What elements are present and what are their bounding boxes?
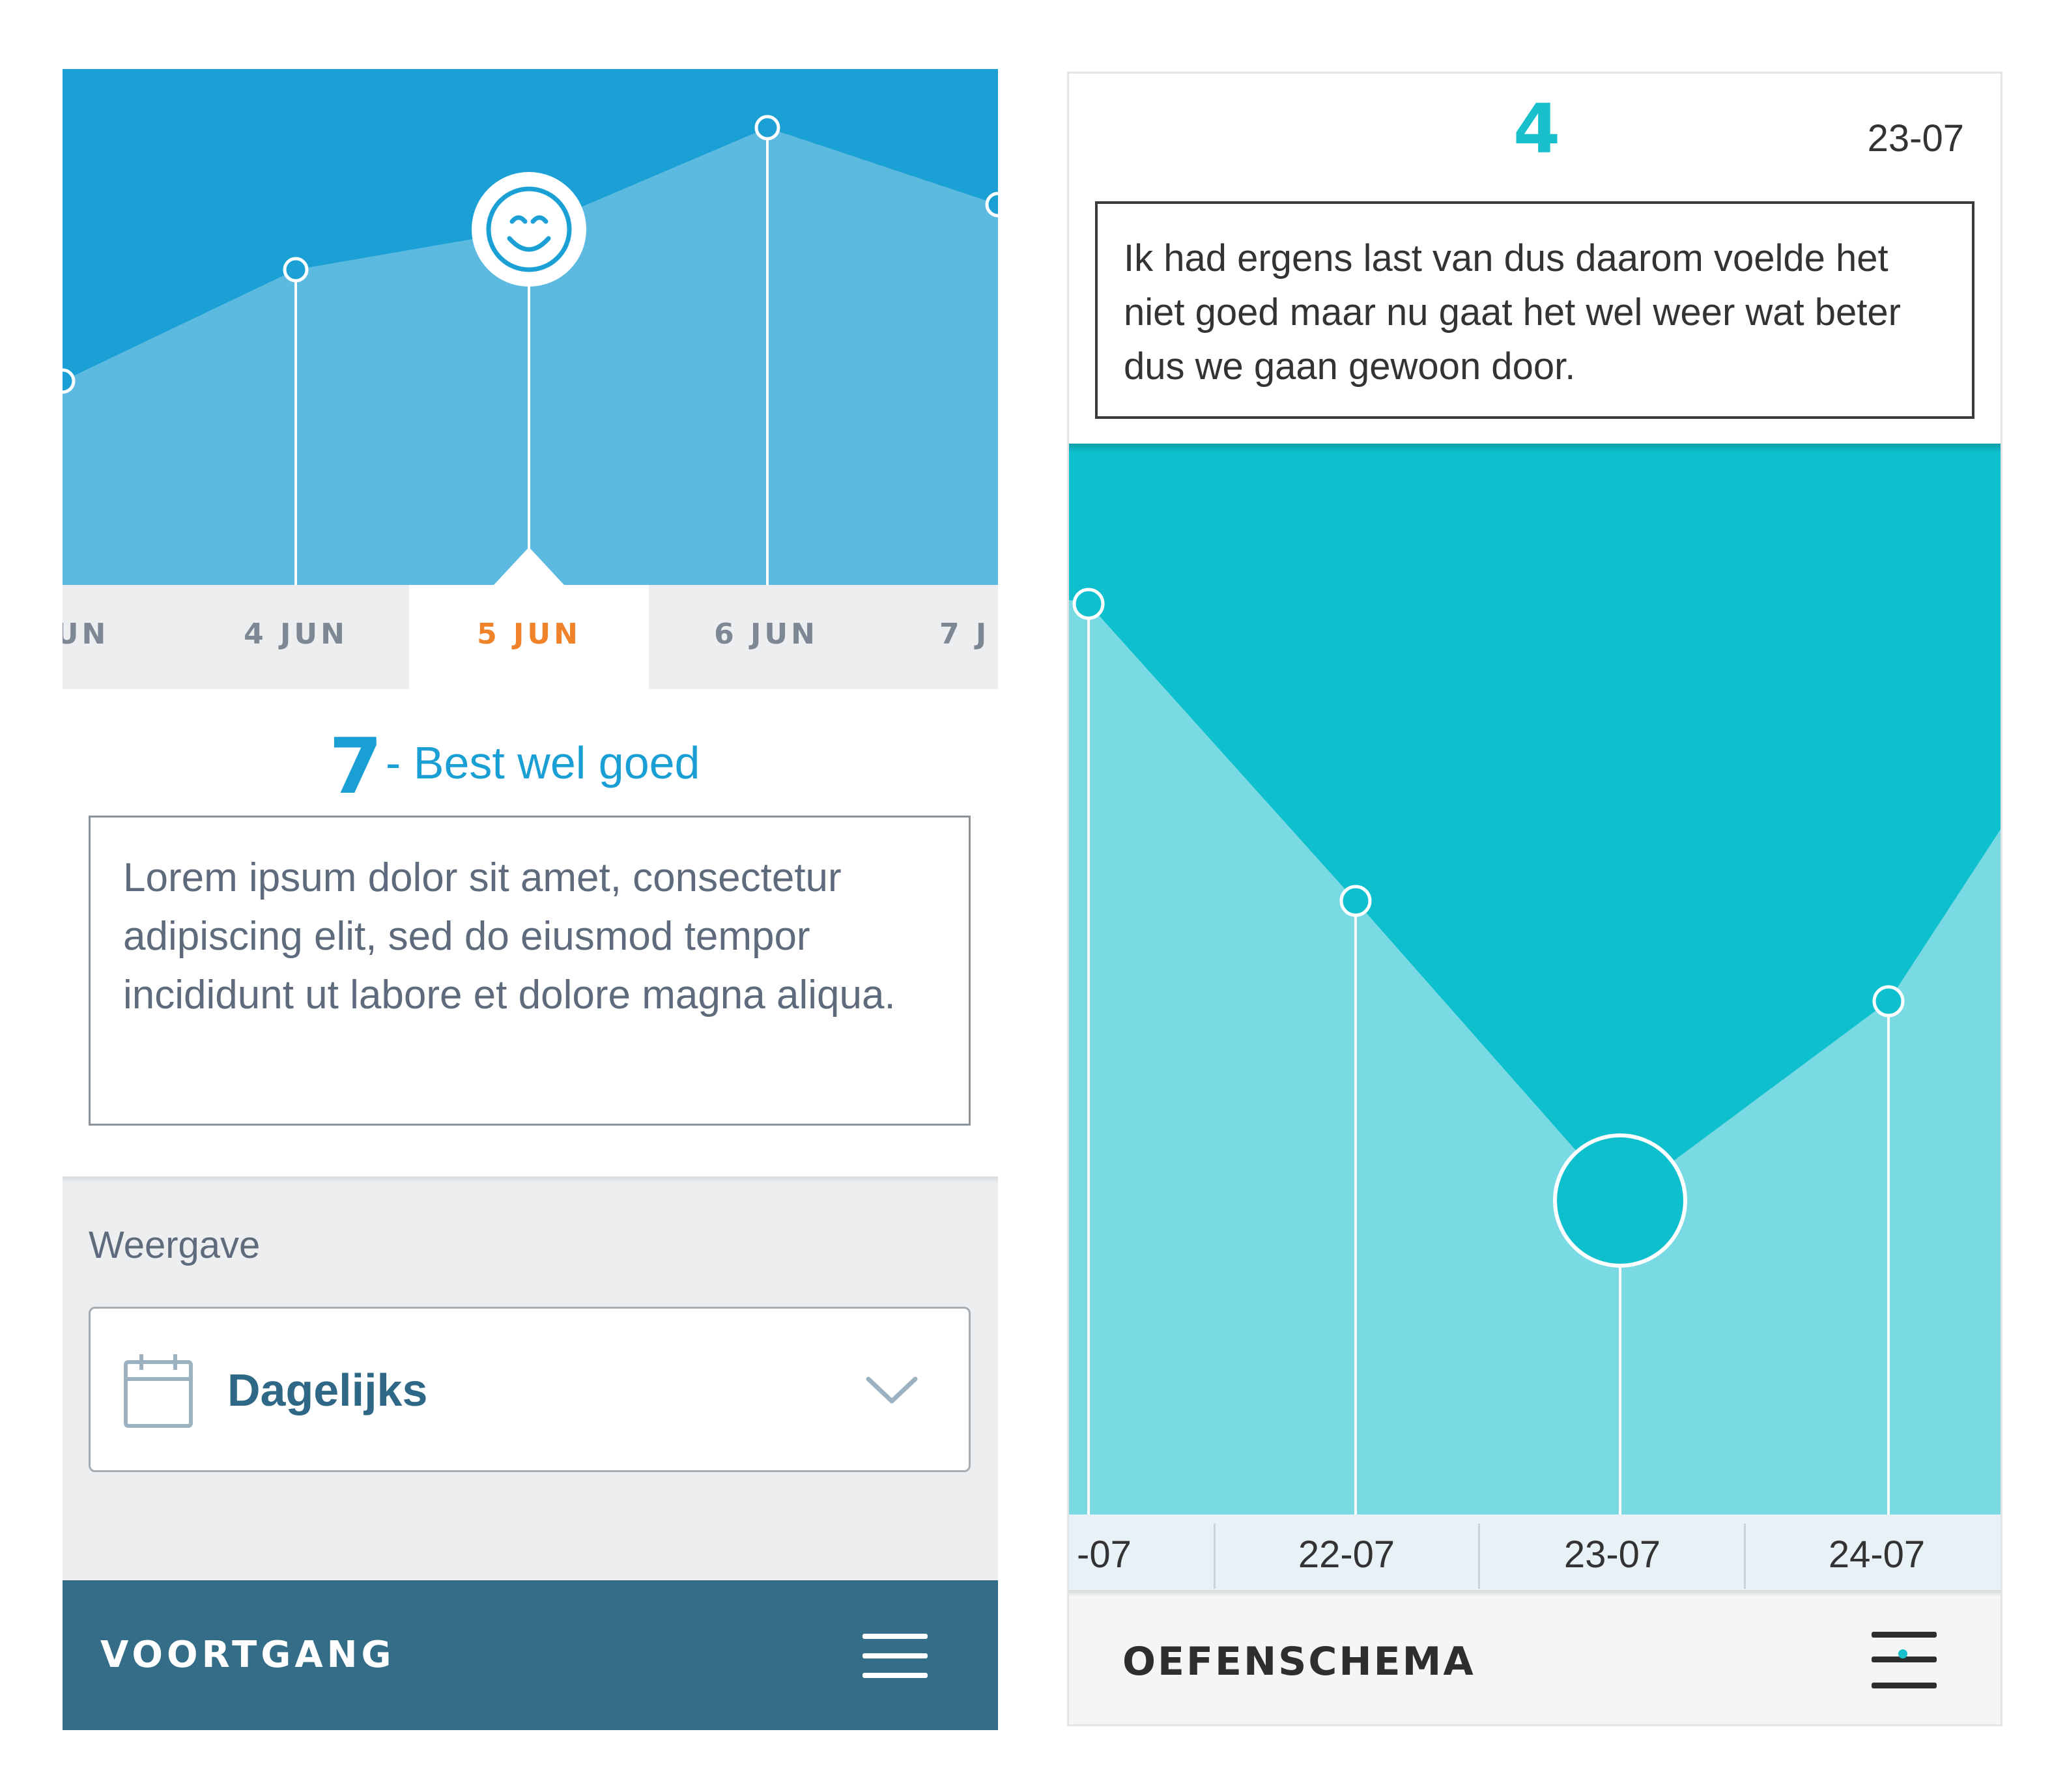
- calendar-icon: [124, 1354, 193, 1428]
- data-point[interactable]: [1339, 885, 1372, 917]
- oefenschema-screen: 4 23-07 Ik had ergens last van dus daaro…: [1067, 72, 2002, 1726]
- data-point-selected[interactable]: [1553, 1133, 1687, 1268]
- exercise-area-chart-svg: [1069, 588, 2001, 1515]
- date-tab[interactable]: -07: [1077, 1515, 1142, 1590]
- date-tab-active[interactable]: 23-07: [1481, 1515, 1744, 1590]
- mood-area-chart: [63, 69, 998, 585]
- date-tab[interactable]: 22-07: [1216, 1515, 1477, 1590]
- exercise-score: 4: [1513, 89, 1561, 169]
- tab-divider: [1744, 1524, 1746, 1589]
- mood-score-label: - Best wel goed: [386, 737, 700, 788]
- view-settings: Weergave Dagelijks: [63, 1176, 998, 1580]
- chart-top-shadow: [1069, 444, 2001, 453]
- date-tab-bar: -07 22-07 23-07 24-07: [1069, 1515, 2001, 1590]
- voortgang-screen: UN 4 JUN 5 JUN 6 JUN 7 J 7 - Best wel go…: [63, 69, 998, 1730]
- date-tab-bar: UN 4 JUN 5 JUN 6 JUN 7 J: [63, 585, 998, 689]
- settings-shadow: [63, 1176, 998, 1183]
- view-select-value: Dagelijks: [227, 1365, 428, 1415]
- hamburger-menu-icon[interactable]: [862, 1632, 928, 1679]
- mood-area-chart-svg: [63, 115, 998, 585]
- chevron-down-icon[interactable]: [864, 1374, 919, 1406]
- tab-divider: [1478, 1524, 1480, 1589]
- data-point[interactable]: [63, 368, 76, 394]
- selected-date: 23-07: [1867, 117, 1964, 160]
- bottom-nav-bar: VOORTGANG: [63, 1580, 998, 1730]
- page-title: VOORTGANG: [100, 1634, 395, 1676]
- exercise-area-fill: [1069, 600, 2001, 1515]
- data-point[interactable]: [1072, 588, 1105, 620]
- smiley-face-icon[interactable]: [472, 172, 586, 287]
- page-title: OEFENSCHEMA: [1122, 1639, 1475, 1685]
- data-point[interactable]: [1872, 985, 1905, 1017]
- date-tab[interactable]: UN: [63, 585, 128, 689]
- footer-shadow: [1069, 1590, 2001, 1597]
- mood-note: Lorem ipsum dolor sit amet, consectetur …: [89, 816, 971, 1126]
- data-point[interactable]: [985, 192, 998, 218]
- view-settings-label: Weergave: [89, 1224, 261, 1266]
- date-tab[interactable]: 4 JUN: [237, 585, 354, 689]
- exercise-area-chart: [1069, 444, 2001, 1515]
- data-point[interactable]: [754, 115, 780, 141]
- hamburger-menu-icon[interactable]: [1872, 1629, 1937, 1692]
- date-tab[interactable]: 7 J: [939, 585, 998, 689]
- bottom-nav-bar: OEFENSCHEMA: [1069, 1590, 2001, 1724]
- date-tab[interactable]: 24-07: [1746, 1515, 2001, 1590]
- date-tab-active[interactable]: 5 JUN: [409, 585, 649, 689]
- data-point[interactable]: [283, 257, 309, 283]
- view-select[interactable]: Dagelijks: [89, 1307, 971, 1472]
- exercise-note: Ik had ergens last van dus daarom voelde…: [1095, 201, 1974, 419]
- tab-divider: [1214, 1524, 1216, 1589]
- date-tab[interactable]: 6 JUN: [707, 585, 825, 689]
